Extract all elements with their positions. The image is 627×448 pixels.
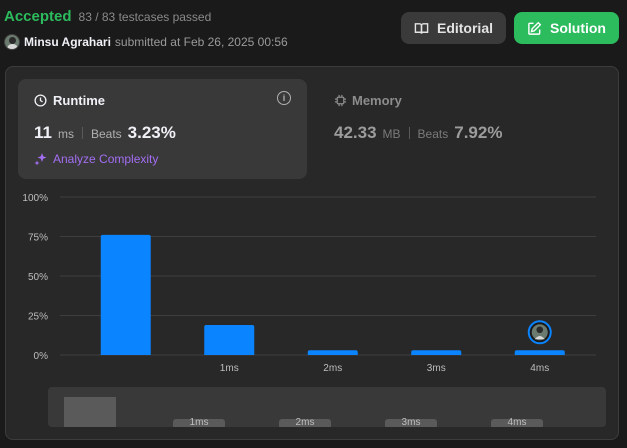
metric-divider bbox=[81, 127, 83, 139]
memory-value: 42.33 bbox=[334, 123, 377, 142]
avatar[interactable] bbox=[4, 34, 20, 50]
book-open-icon bbox=[414, 22, 429, 34]
memory-beats-label: Beats bbox=[417, 127, 449, 141]
clock-icon bbox=[34, 94, 47, 107]
runtime-beats-value: 3.23% bbox=[127, 123, 176, 142]
info-icon[interactable]: i bbox=[277, 91, 291, 105]
chip-icon bbox=[334, 94, 347, 107]
runtime-metric: 11 ms Beats 3.23% bbox=[34, 123, 176, 143]
submitted-time: submitted at Feb 26, 2025 00:56 bbox=[114, 35, 288, 49]
analyze-complexity-label: Analyze Complexity bbox=[53, 152, 159, 166]
memory-title: Memory bbox=[352, 93, 402, 108]
username-link[interactable]: Minsu Agrahari bbox=[24, 35, 111, 49]
submitter-info: Minsu Agrahari submitted at Feb 26, 2025… bbox=[4, 34, 288, 50]
runtime-title: Runtime bbox=[53, 93, 105, 108]
runtime-beats-label: Beats bbox=[90, 127, 122, 141]
editorial-button[interactable]: Editorial bbox=[401, 12, 506, 44]
memory-metric: 42.33 MB Beats 7.92% bbox=[334, 123, 502, 143]
edit-icon bbox=[528, 21, 542, 35]
memory-tab[interactable]: Memory bbox=[334, 93, 402, 108]
runtime-card[interactable]: Runtime i 11 ms Beats 3.23% Analyze Comp… bbox=[18, 79, 307, 179]
overview-x-label: 3ms bbox=[402, 417, 421, 427]
memory-beats-value: 7.92% bbox=[454, 123, 503, 142]
runtime-title-row: Runtime bbox=[34, 93, 105, 108]
memory-unit: MB bbox=[382, 127, 401, 141]
overview-x-label: 4ms bbox=[508, 417, 527, 427]
analyze-complexity-link[interactable]: Analyze Complexity bbox=[34, 152, 158, 166]
performance-panel: Runtime i 11 ms Beats 3.23% Analyze Comp… bbox=[5, 66, 619, 440]
overview-x-label: 2ms bbox=[296, 417, 315, 427]
distribution-overview-chart[interactable]: 1ms 2ms 3ms 4ms bbox=[48, 387, 606, 427]
metric-divider bbox=[408, 127, 410, 139]
editorial-label: Editorial bbox=[436, 20, 493, 36]
runtime-unit: ms bbox=[57, 127, 74, 141]
overview-chart-svg: 1ms 2ms 3ms 4ms bbox=[64, 397, 543, 427]
status-accepted: Accepted bbox=[4, 8, 72, 25]
solution-button[interactable]: Solution bbox=[514, 12, 619, 44]
runtime-value: 11 bbox=[34, 123, 52, 142]
sparkle-icon bbox=[34, 153, 47, 166]
testcases-passed: 83 / 83 testcases passed bbox=[78, 10, 212, 24]
overview-bar-first bbox=[64, 397, 116, 427]
overview-x-label: 1ms bbox=[190, 417, 209, 427]
solution-label: Solution bbox=[550, 20, 606, 36]
submission-status: Accepted 83 / 83 testcases passed bbox=[4, 8, 211, 25]
